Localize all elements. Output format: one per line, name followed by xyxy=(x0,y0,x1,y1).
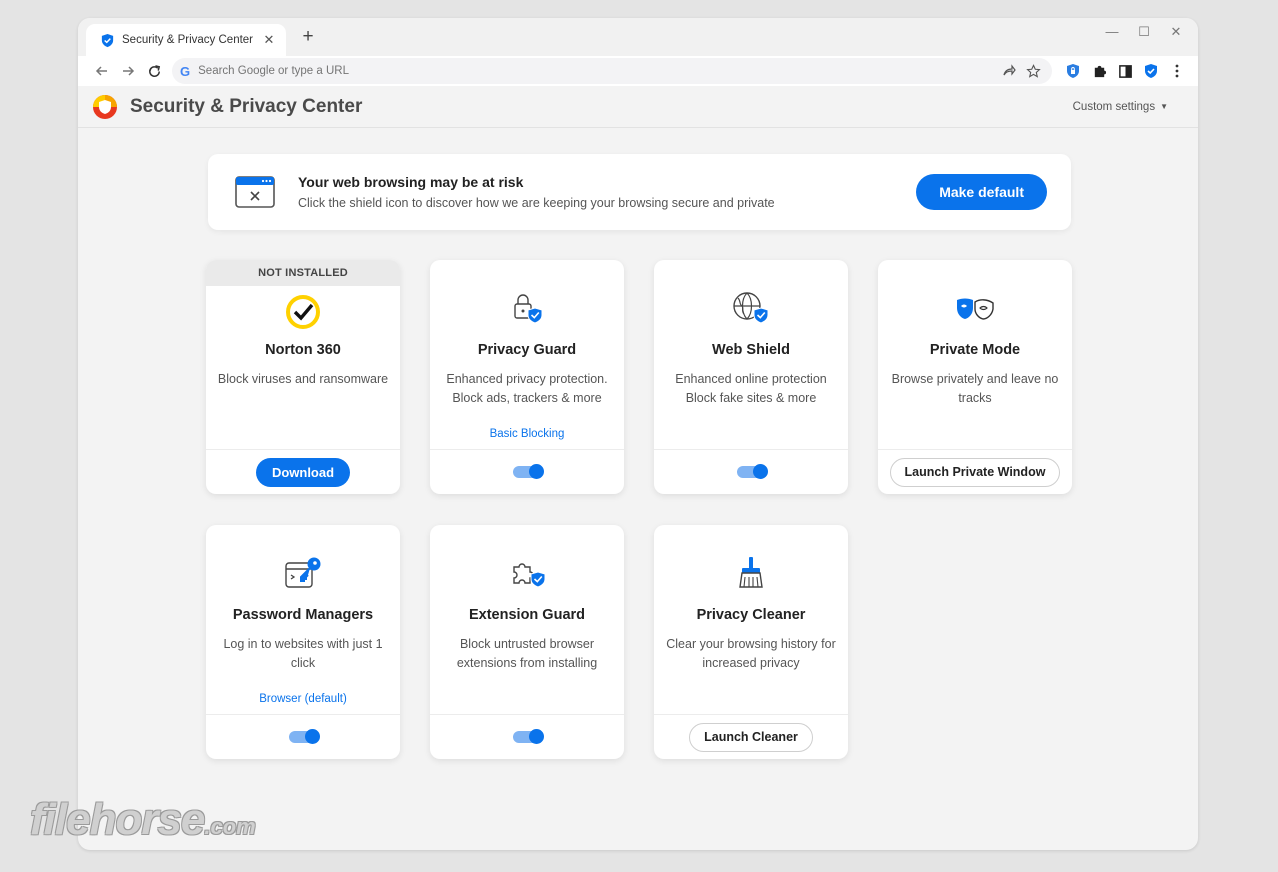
launch-cleaner-button[interactable]: Launch Cleaner xyxy=(689,722,813,752)
address-bar[interactable]: G xyxy=(172,58,1052,84)
kebab-menu-icon xyxy=(1175,64,1179,78)
url-input[interactable] xyxy=(198,65,996,77)
close-window-button[interactable]: ✕ xyxy=(1160,24,1192,40)
card-extension-guard: Extension Guard Block untrusted browser … xyxy=(430,525,624,759)
star-icon xyxy=(1025,63,1041,78)
card-norton-360: NOT INSTALLED Norton 360 Block viruses a… xyxy=(206,260,400,494)
launch-private-window-button[interactable]: Launch Private Window xyxy=(889,457,1061,487)
privacy-guard-toggle[interactable] xyxy=(512,464,544,479)
tab-bar: Security & Privacy Center ✕ + — ☐ ✕ xyxy=(78,18,1198,56)
banner-subtext: Click the shield icon to discover how we… xyxy=(298,196,775,210)
tab-close-icon[interactable]: ✕ xyxy=(262,32,276,48)
security-extension-button[interactable] xyxy=(1138,58,1164,84)
password-managers-toggle[interactable] xyxy=(288,729,320,744)
card-description: Block viruses and ransomware xyxy=(217,372,389,386)
reload-button[interactable] xyxy=(142,59,166,83)
shield-lock-icon xyxy=(1067,64,1079,78)
custom-settings-label: Custom settings xyxy=(1072,100,1156,113)
tab-security-privacy-center[interactable]: Security & Privacy Center ✕ xyxy=(86,24,286,56)
lock-shield-icon xyxy=(514,294,543,324)
extension-guard-toggle[interactable] xyxy=(512,729,544,744)
tab-title: Security & Privacy Center xyxy=(122,34,254,46)
browser-menu-button[interactable] xyxy=(1164,58,1190,84)
card-title: Web Shield xyxy=(712,342,790,358)
mask-icon xyxy=(957,298,994,320)
watermark-domain: .com xyxy=(204,814,256,839)
card-description: Enhanced privacy protection. Block ads, … xyxy=(446,372,608,405)
window-controls: — ☐ ✕ xyxy=(1096,24,1192,40)
key-window-icon xyxy=(285,557,321,588)
shield-favicon-icon xyxy=(100,33,115,48)
shield-check-icon xyxy=(1145,64,1157,78)
card-title: Password Managers xyxy=(232,607,374,623)
card-description: Log in to websites with just 1 click xyxy=(223,637,383,670)
new-tab-button[interactable]: + xyxy=(296,26,320,50)
browser-default-link[interactable]: Browser (default) xyxy=(206,693,400,705)
maximize-button[interactable]: ☐ xyxy=(1128,24,1160,40)
app-title: Security & Privacy Center xyxy=(130,95,363,117)
arrow-left-icon xyxy=(95,66,107,76)
puzzle-shield-icon xyxy=(513,563,546,588)
minimize-button[interactable]: — xyxy=(1096,24,1128,40)
side-panel-icon xyxy=(1118,64,1132,78)
share-button[interactable] xyxy=(998,60,1020,82)
filehorse-watermark: filehorse .com xyxy=(30,798,256,842)
bookmark-button[interactable] xyxy=(1022,60,1044,82)
card-web-shield: Web Shield Enhanced online protection Bl… xyxy=(654,260,848,494)
card-title: Private Mode xyxy=(929,342,1021,358)
card-title: Privacy Cleaner xyxy=(696,607,806,623)
card-title: Privacy Guard xyxy=(477,342,577,358)
reload-icon xyxy=(148,64,160,77)
privacy-extension-button[interactable] xyxy=(1060,58,1086,84)
google-icon: G xyxy=(180,63,191,79)
card-description: Clear your browsing history for increase… xyxy=(666,637,836,670)
risk-banner: Your web browsing may be at risk Click t… xyxy=(208,154,1071,230)
download-button[interactable]: Download xyxy=(255,457,351,487)
norton-check-icon xyxy=(286,295,320,329)
broom-icon xyxy=(739,557,763,588)
not-installed-badge: NOT INSTALLED xyxy=(206,260,400,286)
card-password-managers: Password Managers Log in to websites wit… xyxy=(206,525,400,759)
card-private-mode: Private Mode Browse privately and leave … xyxy=(878,260,1072,494)
globe-shield-icon xyxy=(733,292,769,324)
share-icon xyxy=(1003,64,1016,76)
puzzle-icon xyxy=(1094,65,1106,77)
back-button[interactable] xyxy=(90,59,114,83)
web-shield-toggle[interactable] xyxy=(736,464,768,479)
browser-toolbar: G xyxy=(78,56,1198,86)
app-logo-icon xyxy=(93,94,117,119)
browser-window: Security & Privacy Center ✕ + — ☐ ✕ G Se… xyxy=(78,18,1198,850)
card-privacy-cleaner: Privacy Cleaner Clear your browsing hist… xyxy=(654,525,848,759)
card-description: Enhanced online protection Block fake si… xyxy=(675,372,827,405)
basic-blocking-link[interactable]: Basic Blocking xyxy=(430,428,624,440)
extensions-button[interactable] xyxy=(1086,58,1112,84)
card-description: Browse privately and leave no tracks xyxy=(891,372,1059,405)
card-title: Norton 360 xyxy=(265,342,341,358)
banner-heading: Your web browsing may be at risk xyxy=(298,174,524,190)
toggle-knob xyxy=(752,464,768,479)
custom-settings-dropdown[interactable]: Custom settings ▼ xyxy=(1073,101,1168,113)
toggle-knob xyxy=(528,729,544,744)
toggle-knob xyxy=(304,729,320,744)
arrow-right-icon xyxy=(123,66,135,76)
browser-window-x-icon xyxy=(235,176,275,208)
caret-down-icon: ▼ xyxy=(1160,101,1168,111)
toggle-knob xyxy=(528,464,544,479)
make-default-button[interactable]: Make default xyxy=(916,174,1047,210)
app-header: Security & Privacy Center Custom setting… xyxy=(78,86,1198,128)
forward-button[interactable] xyxy=(116,59,140,83)
watermark-main: filehorse xyxy=(30,795,205,844)
card-privacy-guard: Privacy Guard Enhanced privacy protectio… xyxy=(430,260,624,494)
side-panel-button[interactable] xyxy=(1112,58,1138,84)
card-title: Extension Guard xyxy=(468,607,586,623)
card-description: Block untrusted browser extensions from … xyxy=(456,637,598,670)
